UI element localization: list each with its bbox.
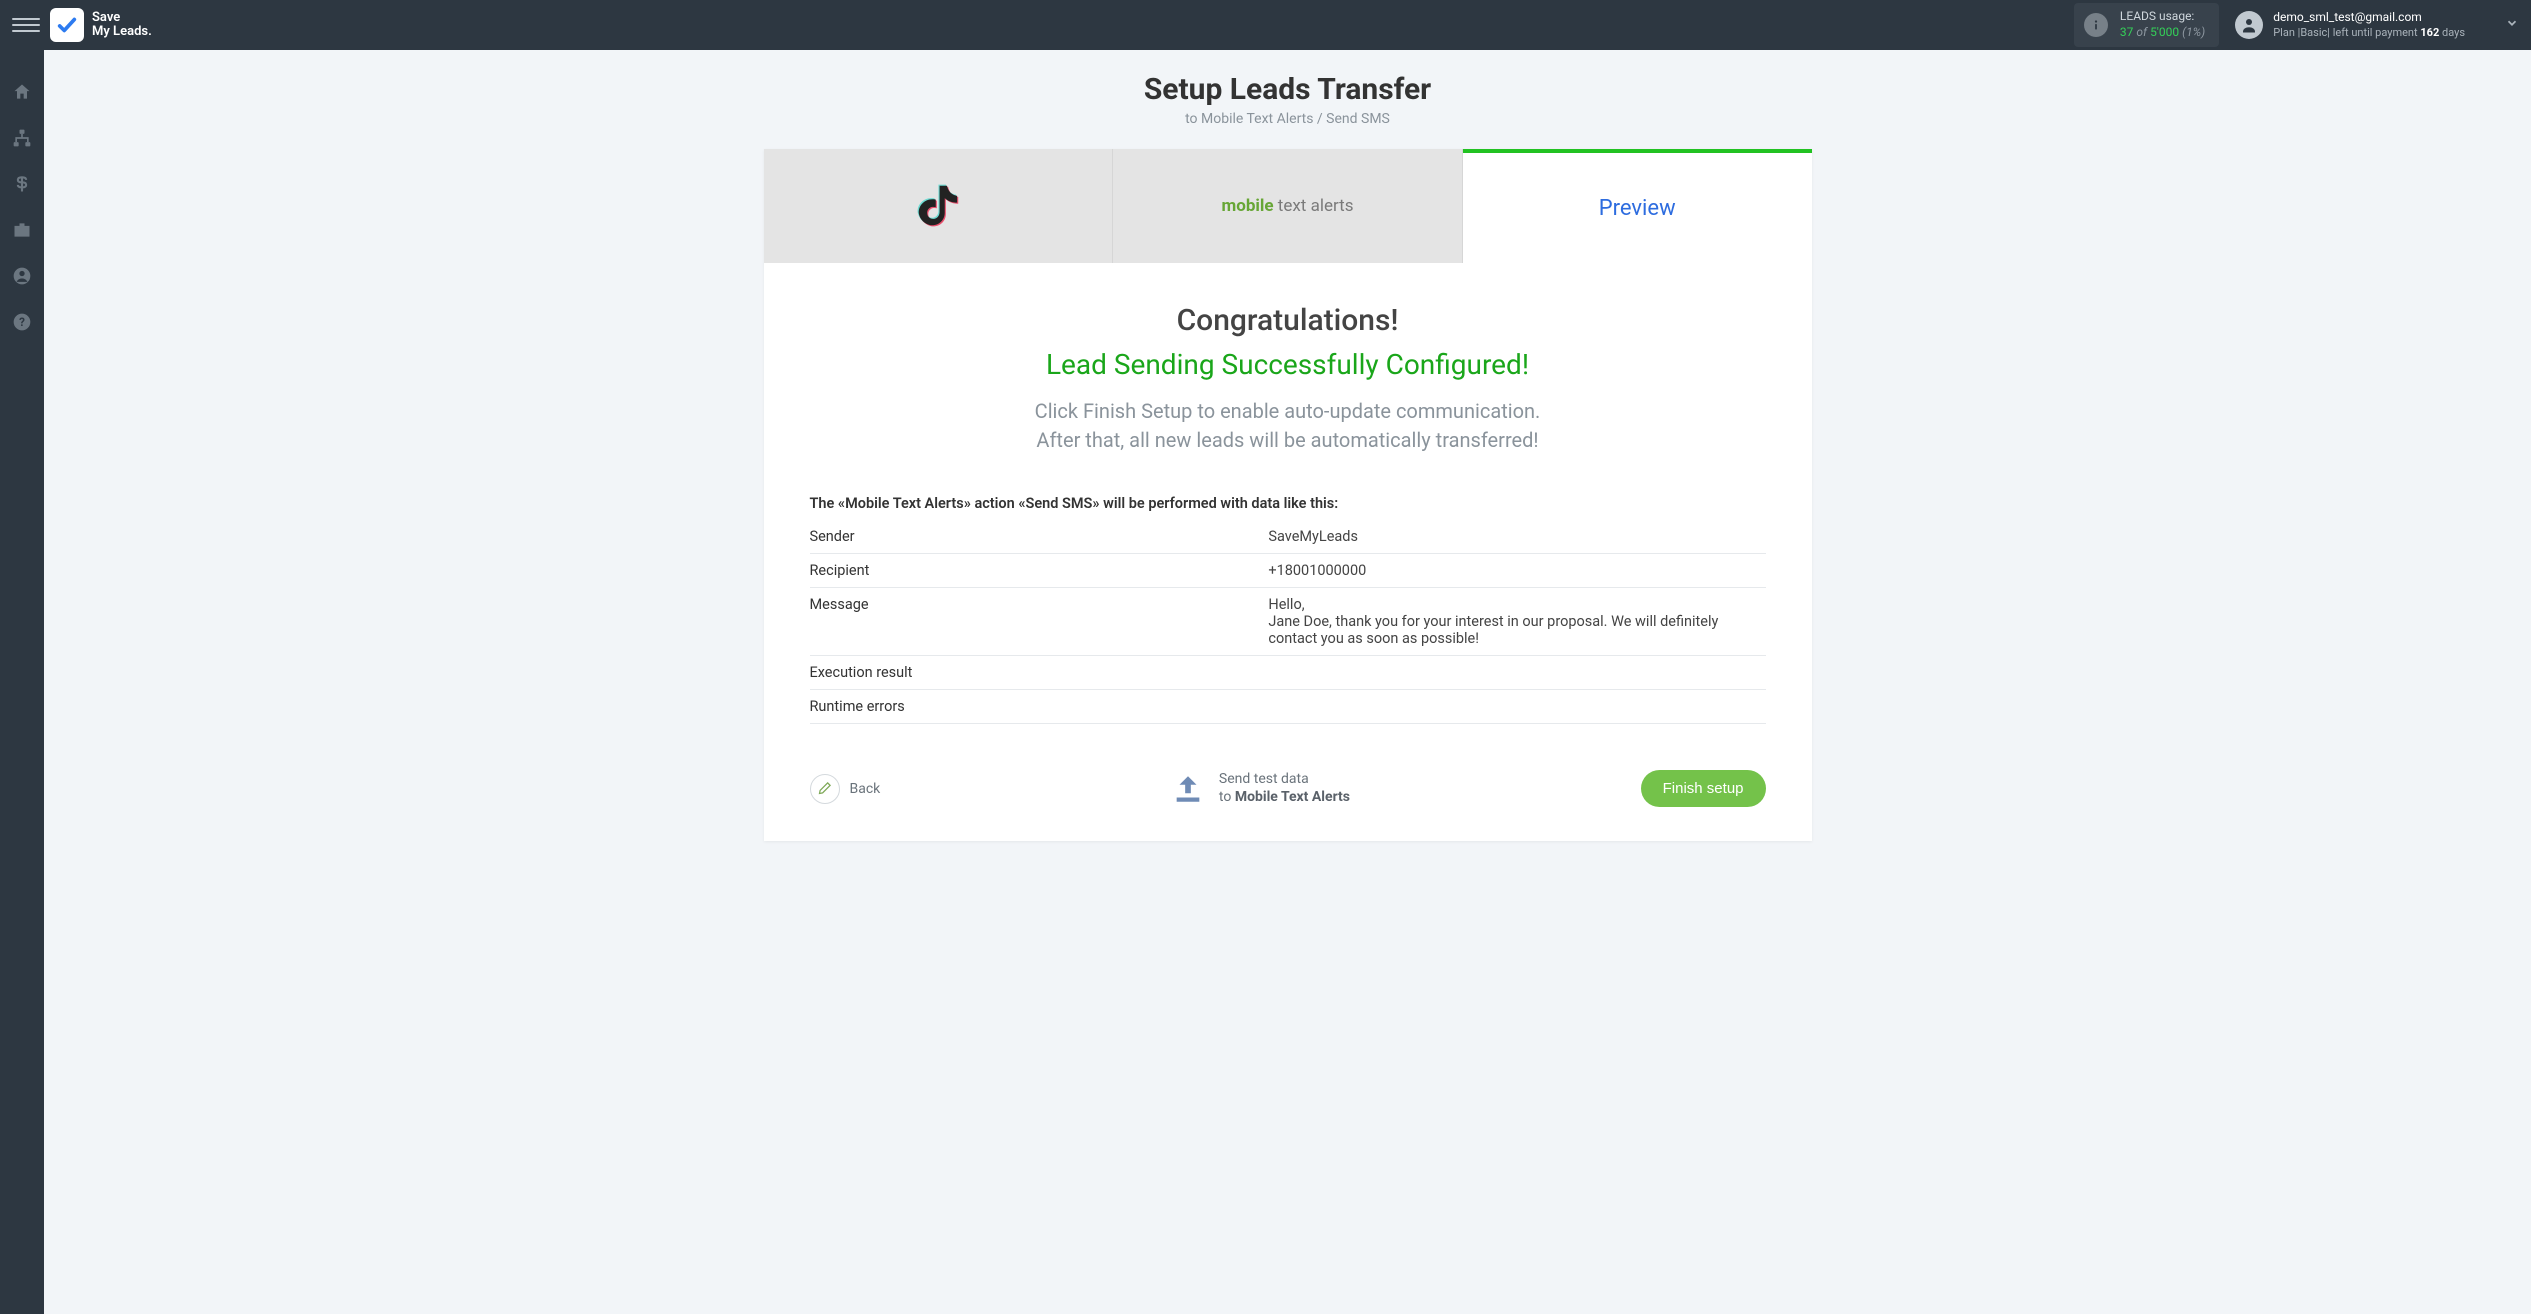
usage-text: LEADS usage: 37 of 5'000 (1%)	[2120, 9, 2205, 40]
nav-connections[interactable]	[10, 126, 34, 150]
nav-profile[interactable]	[10, 264, 34, 288]
briefcase-icon	[12, 220, 32, 240]
question-icon: ?	[12, 312, 32, 332]
tab-destination[interactable]: mobile text alerts	[1113, 149, 1463, 263]
back-button[interactable]: Back	[810, 774, 881, 804]
field-value	[1268, 656, 1765, 690]
success-message: Lead Sending Successfully Configured!	[810, 348, 1766, 381]
field-label: Sender	[810, 520, 1269, 554]
check-icon	[56, 14, 78, 36]
page-title: Setup Leads Transfer	[1144, 72, 1431, 107]
finish-setup-button[interactable]: Finish setup	[1641, 770, 1766, 807]
sidebar: ?	[0, 50, 44, 1314]
table-row: Runtime errors	[810, 690, 1766, 724]
congrats-description: Click Finish Setup to enable auto-update…	[810, 397, 1766, 455]
field-label: Execution result	[810, 656, 1269, 690]
table-row: Execution result	[810, 656, 1766, 690]
user-circle-icon	[12, 266, 32, 286]
account-menu[interactable]: demo_sml_test@gmail.com Plan |Basic| lef…	[2235, 10, 2519, 40]
field-value: SaveMyLeads	[1268, 520, 1765, 554]
account-text: demo_sml_test@gmail.com Plan |Basic| lef…	[2273, 10, 2465, 40]
tab-source[interactable]	[764, 149, 1114, 263]
upload-icon	[1171, 772, 1205, 806]
home-icon	[12, 82, 32, 102]
avatar-icon	[2235, 11, 2263, 39]
sitemap-icon	[12, 128, 32, 148]
field-value: Hello, Jane Doe, thank you for your inte…	[1268, 588, 1765, 656]
tab-preview-label: Preview	[1599, 196, 1676, 221]
leads-usage-widget[interactable]: LEADS usage: 37 of 5'000 (1%)	[2074, 3, 2219, 46]
field-label: Recipient	[810, 554, 1269, 588]
page-subtitle: to Mobile Text Alerts / Send SMS	[1144, 111, 1431, 127]
tab-preview[interactable]: Preview	[1463, 149, 1812, 263]
info-icon	[2084, 13, 2108, 37]
field-label: Message	[810, 588, 1269, 656]
mobile-text-alerts-label: mobile text alerts	[1222, 196, 1354, 216]
preview-data-table: Sender SaveMyLeads Recipient +1800100000…	[810, 520, 1766, 724]
send-test-button[interactable]: Send test data to Mobile Text Alerts	[1171, 771, 1350, 806]
send-test-label: Send test data to Mobile Text Alerts	[1219, 771, 1350, 806]
table-row: Recipient +18001000000	[810, 554, 1766, 588]
field-label: Runtime errors	[810, 690, 1269, 724]
nav-briefcase[interactable]	[10, 218, 34, 242]
menu-toggle[interactable]	[12, 11, 40, 39]
pencil-icon	[817, 781, 832, 796]
brand-text: Save My Leads.	[92, 11, 152, 38]
dollar-icon	[12, 174, 32, 194]
brand-logo[interactable]	[50, 8, 84, 42]
nav-billing[interactable]	[10, 172, 34, 196]
field-value	[1268, 690, 1765, 724]
congrats-title: Congratulations!	[810, 303, 1766, 338]
chevron-down-icon	[2505, 16, 2519, 34]
nav-home[interactable]	[10, 80, 34, 104]
table-row: Sender SaveMyLeads	[810, 520, 1766, 554]
tiktok-icon	[911, 179, 965, 233]
table-row: Message Hello, Jane Doe, thank you for y…	[810, 588, 1766, 656]
action-intro: The «Mobile Text Alerts» action «Send SM…	[810, 495, 1766, 512]
field-value: +18001000000	[1268, 554, 1765, 588]
wizard-card: mobile text alerts Preview Congratulatio…	[764, 149, 1812, 841]
nav-help[interactable]: ?	[10, 310, 34, 334]
back-label: Back	[850, 781, 881, 797]
svg-text:?: ?	[19, 315, 25, 329]
